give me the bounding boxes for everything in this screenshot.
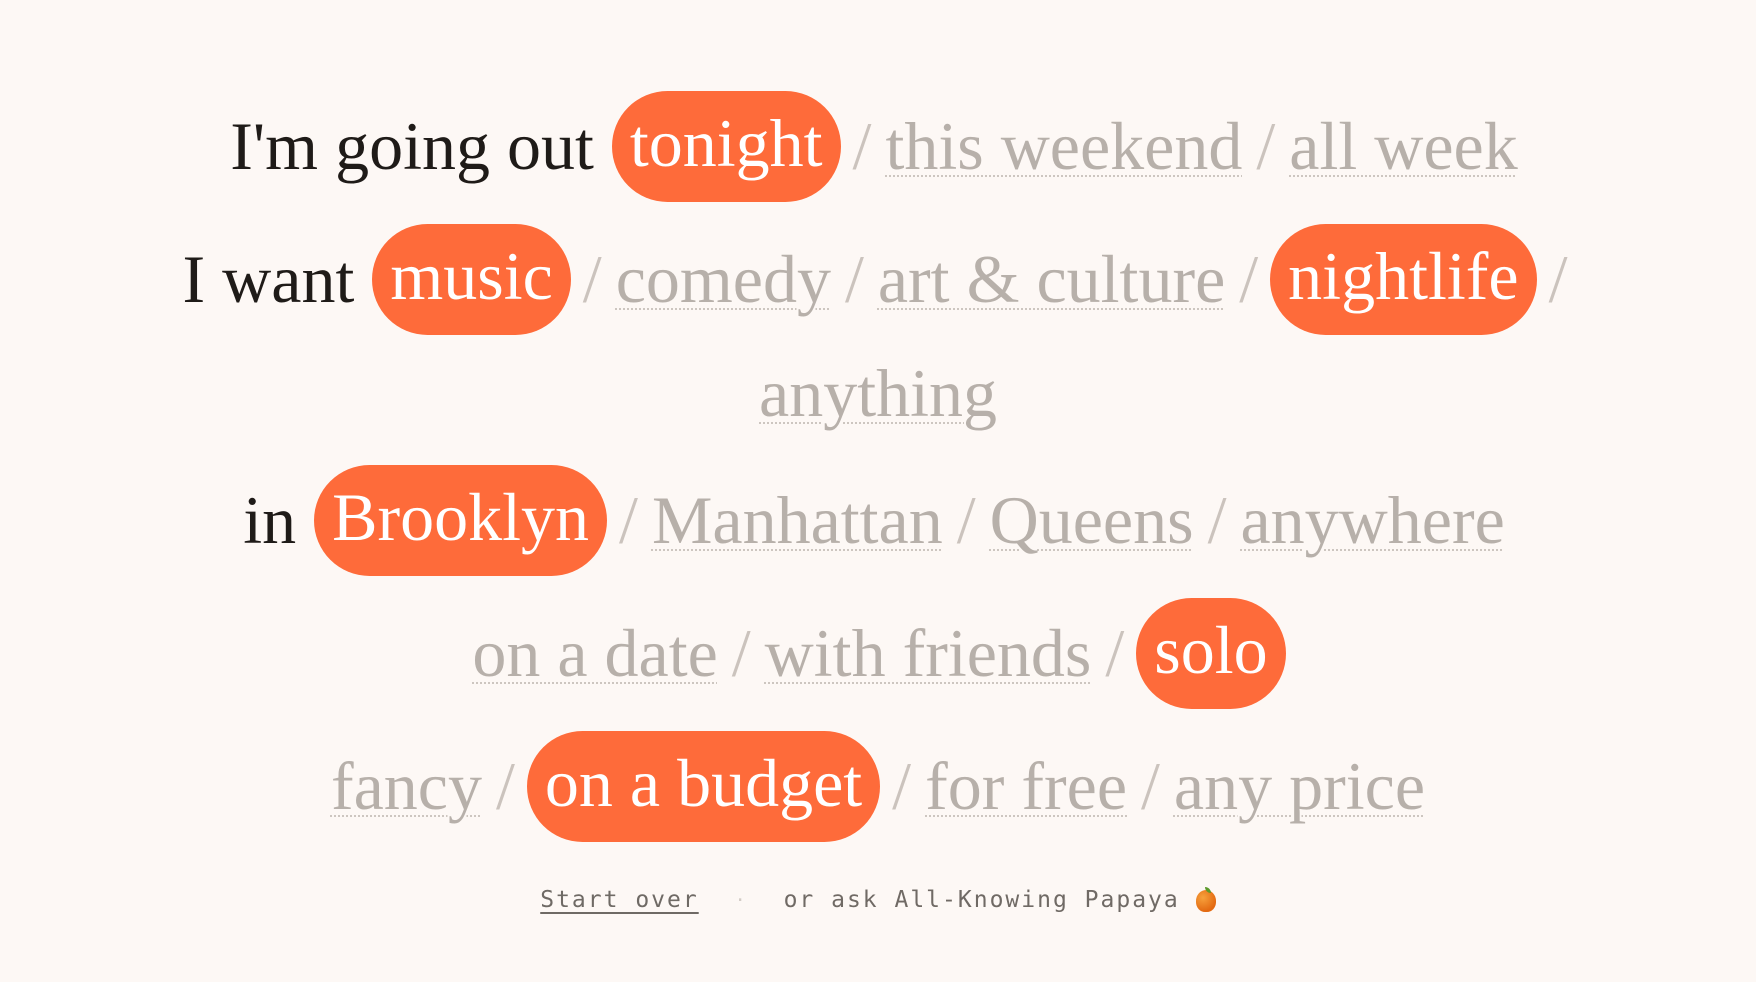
option-tonight[interactable]: tonight [611, 90, 841, 202]
separator: / [852, 108, 872, 184]
category-row: I want music / comedy / art & culture / … [0, 220, 1756, 338]
option-queens[interactable]: Queens [990, 486, 1194, 554]
ask-papaya-text[interactable]: or ask All-Knowing Papaya [784, 887, 1180, 913]
separator: / [1105, 615, 1125, 691]
separator: / [731, 615, 751, 691]
option-any-price[interactable]: any price [1174, 752, 1425, 820]
separator: / [1239, 241, 1259, 317]
option-on-a-date[interactable]: on a date [472, 619, 717, 687]
option-all-week[interactable]: all week [1289, 112, 1517, 180]
option-manhattan[interactable]: Manhattan [652, 486, 943, 554]
option-nightlife[interactable]: nightlife [1270, 223, 1537, 335]
option-on-a-budget[interactable]: on a budget [526, 730, 881, 842]
option-art-culture[interactable]: art & culture [878, 245, 1225, 313]
start-over-link[interactable]: Start over [540, 887, 698, 913]
location-row: in Brooklyn / Manhattan / Queens / anywh… [0, 461, 1756, 579]
separator: / [582, 241, 602, 317]
option-brooklyn[interactable]: Brooklyn [314, 464, 608, 576]
budget-row: fancy / on a budget / for free / any pri… [0, 727, 1756, 845]
option-solo[interactable]: solo [1136, 597, 1286, 709]
option-for-free[interactable]: for free [925, 752, 1127, 820]
separator: / [619, 482, 638, 558]
separator: / [956, 482, 976, 558]
location-lead: in [243, 481, 297, 558]
time-row: I'm going out tonight / this weekend / a… [0, 87, 1756, 205]
company-row: on a date / with friends / solo [0, 594, 1756, 712]
option-anywhere[interactable]: anywhere [1240, 486, 1504, 554]
option-this-weekend[interactable]: this weekend [885, 112, 1242, 180]
separator: / [1548, 241, 1568, 317]
option-with-friends[interactable]: with friends [765, 619, 1092, 687]
option-music[interactable]: music [372, 223, 571, 335]
papaya-icon [1195, 887, 1216, 912]
separator: / [495, 748, 515, 824]
page: I'm going out tonight / this weekend / a… [0, 0, 1756, 982]
separator: / [1256, 108, 1276, 184]
category-lead: I want [182, 240, 355, 317]
time-lead: I'm going out [230, 107, 594, 184]
separator: / [1207, 482, 1227, 558]
category-row-wrap: anything [0, 334, 1756, 452]
option-fancy[interactable]: fancy [331, 752, 482, 820]
separator: / [844, 241, 864, 317]
footer-dot: · [734, 889, 748, 911]
footer: Start over · or ask All-Knowing Papaya [0, 887, 1756, 913]
separator: / [1141, 748, 1160, 824]
option-comedy[interactable]: comedy [616, 245, 831, 313]
separator: / [892, 748, 912, 824]
option-anything[interactable]: anything [759, 359, 997, 427]
